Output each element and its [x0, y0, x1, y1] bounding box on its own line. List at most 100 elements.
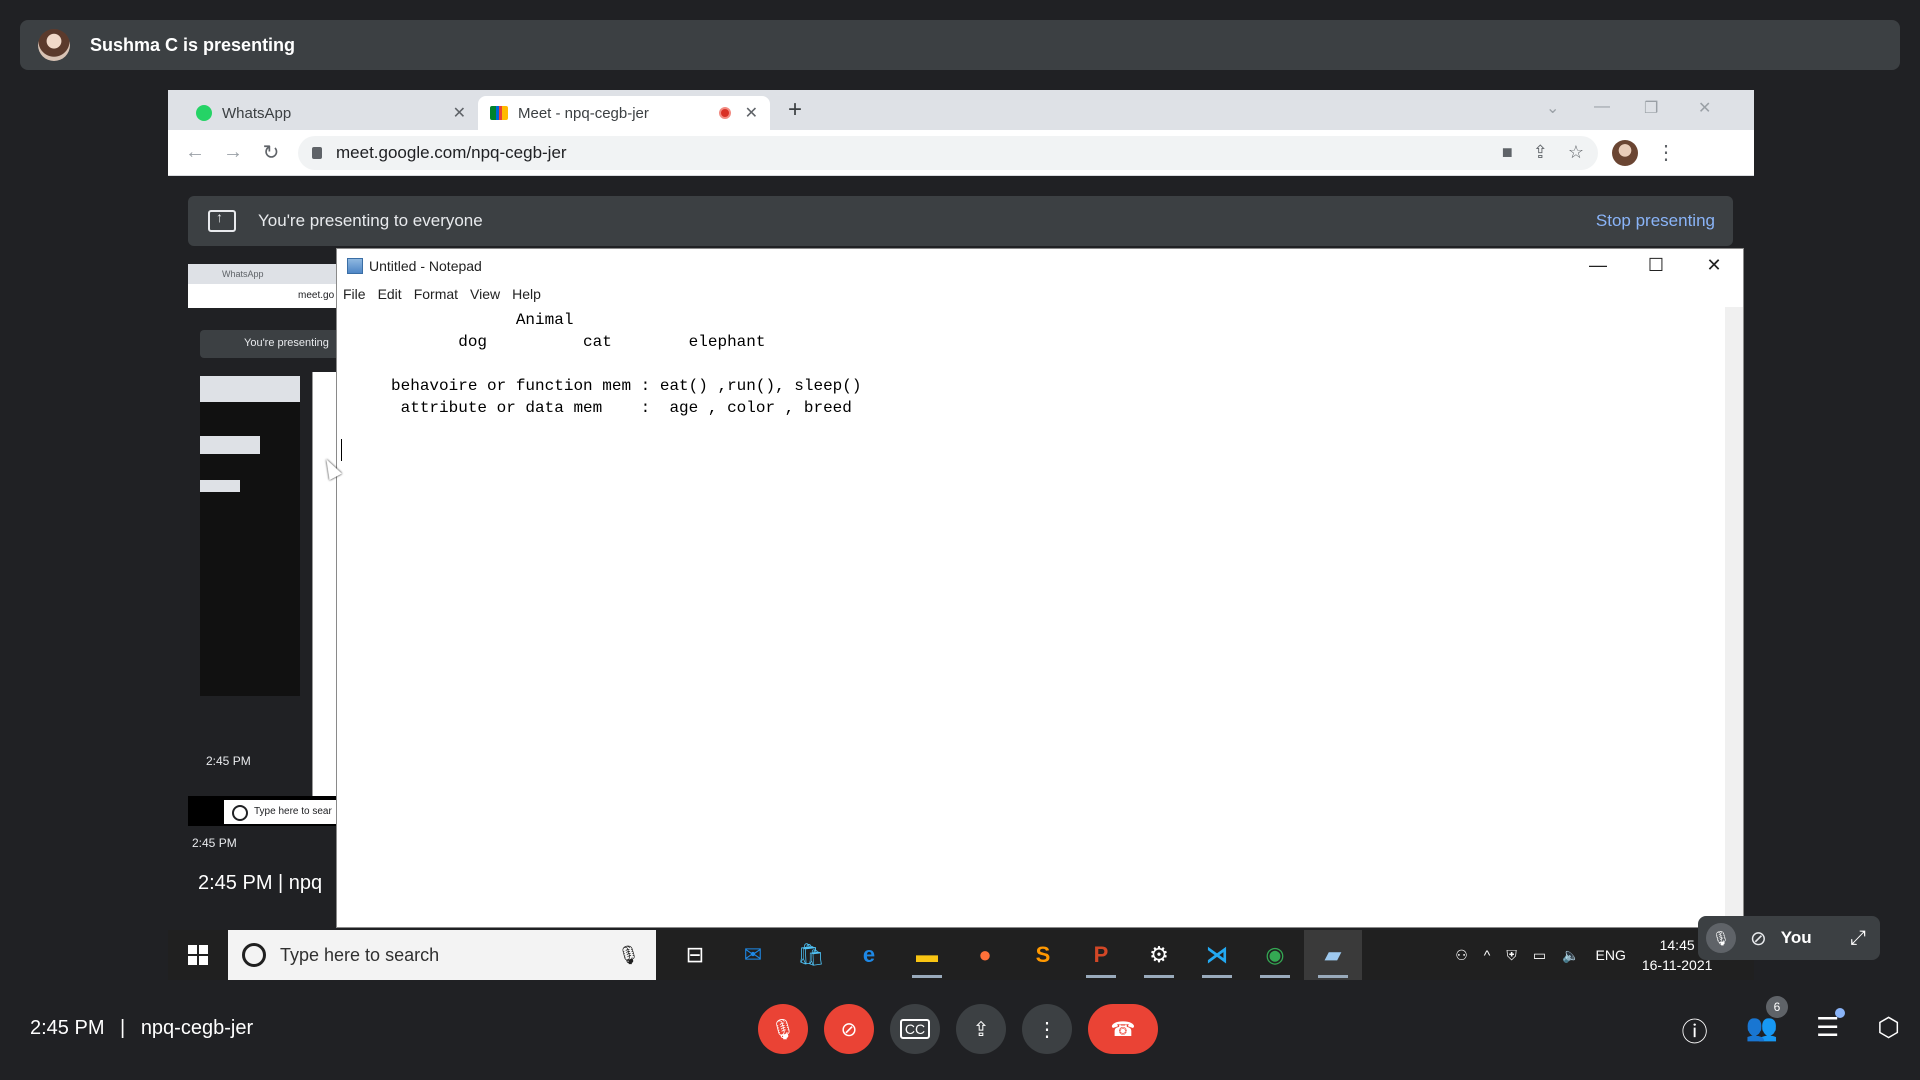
back-arrow-icon[interactable]: ←	[176, 141, 214, 164]
self-label: You	[1780, 928, 1812, 947]
restore-button[interactable]: ❐	[1644, 98, 1658, 118]
mini-time: 2:45 PM	[206, 754, 251, 768]
more-vert-icon: ⋮	[1037, 1018, 1057, 1041]
presenter-avatar	[38, 29, 70, 61]
meeting-side-controls: ⓘ 👥 6 ☰ ⬡	[1682, 996, 1900, 1049]
notepad-window: Untitled - Notepad — ☐ ✕ File Edit Forma…	[336, 248, 1744, 928]
bookmark-star-icon[interactable]: ☆	[1568, 142, 1584, 163]
expand-icon[interactable]: ⤢	[1850, 927, 1866, 950]
presenting-banner: You're presenting to everyone Stop prese…	[188, 196, 1733, 246]
windows-logo-icon	[188, 945, 208, 965]
call-controls: 🎙 ⊘ CC ⇪ ⋮ ☎	[758, 1004, 1158, 1054]
store-icon[interactable]: 🛍	[782, 930, 840, 980]
captions-icon: CC	[899, 1019, 931, 1039]
stop-presenting-button[interactable]: Stop presenting	[1596, 211, 1715, 231]
share-icon[interactable]: ⇪	[1533, 142, 1548, 163]
new-tab-button[interactable]: +	[788, 96, 802, 124]
minimize-button[interactable]: —	[1594, 98, 1610, 116]
menu-edit[interactable]: Edit	[378, 286, 402, 302]
reload-icon[interactable]: ↻	[252, 140, 290, 165]
mini-time-small: 2:45 PM	[192, 836, 237, 850]
meeting-separator: |	[120, 1017, 126, 1039]
notepad-titlebar: Untitled - Notepad — ☐ ✕	[337, 249, 1743, 283]
shared-screen: WhatsApp ✕ Meet - npq-cegb-jer ✕ + ⌄ — ❐…	[168, 90, 1754, 980]
present-now-button[interactable]: ⇪	[956, 1004, 1006, 1054]
tab-close-icon[interactable]: ✕	[453, 103, 466, 123]
tab-label: Meet - npq-cegb-jer	[518, 104, 649, 122]
profile-avatar[interactable]	[1612, 139, 1638, 166]
vscode-icon[interactable]: ⋊	[1188, 930, 1246, 980]
hang-up-icon: ☎	[1110, 1018, 1136, 1041]
tab-label: WhatsApp	[222, 104, 292, 122]
settings-gear-icon[interactable]: ⚙	[1130, 930, 1188, 980]
mini-nested-preview	[200, 376, 300, 696]
chevron-up-icon[interactable]: ^	[1484, 947, 1491, 963]
unread-dot	[1835, 1008, 1846, 1018]
presenting-text: You're presenting to everyone	[258, 211, 483, 230]
more-options-button[interactable]: ⋮	[1022, 1004, 1072, 1054]
notepad-text-area[interactable]: Animal dog cat elephant behavoire or fun…	[343, 309, 1723, 419]
address-bar[interactable]: meet.google.com/npq-cegb-jer ■ ⇪ ☆	[298, 135, 1598, 170]
menu-file[interactable]: File	[343, 286, 366, 302]
leave-call-button[interactable]: ☎	[1088, 1004, 1158, 1054]
cortana-icon	[242, 943, 266, 967]
recording-icon	[718, 107, 731, 119]
menu-dots-icon[interactable]: ⋮	[1656, 140, 1676, 165]
camera-icon[interactable]: ■	[1502, 142, 1513, 163]
close-icon[interactable]: ✕	[1685, 249, 1743, 283]
start-button[interactable]	[168, 930, 228, 980]
meeting-details-icon[interactable]: ⓘ	[1682, 1012, 1708, 1049]
file-explorer-icon[interactable]: ▬	[898, 930, 956, 980]
present-screen-icon: ⇪	[972, 1018, 990, 1041]
tab-whatsapp[interactable]: WhatsApp ✕	[184, 96, 478, 130]
activities-icon[interactable]: ⬡	[1877, 1012, 1900, 1049]
mic-toggle-button[interactable]: 🎙	[758, 1004, 808, 1054]
sublime-text-icon[interactable]: S	[1014, 930, 1072, 980]
camera-off-icon: ⊘	[840, 1018, 858, 1041]
people-button[interactable]: 👥 6	[1746, 996, 1788, 1049]
people-icon[interactable]: ⚇	[1455, 947, 1468, 964]
edge-icon[interactable]: e	[840, 930, 898, 980]
menu-format[interactable]: Format	[414, 286, 458, 302]
firefox-icon[interactable]: ●	[956, 930, 1014, 980]
chrome-icon[interactable]: ◉	[1246, 930, 1304, 980]
notepad-icon	[347, 258, 363, 274]
text-caret	[341, 439, 342, 461]
whatsapp-icon	[196, 105, 212, 121]
camera-toggle-button[interactable]: ⊘	[824, 1004, 874, 1054]
google-meet-icon	[490, 106, 508, 120]
captions-button[interactable]: CC	[890, 1004, 940, 1054]
self-view-tile[interactable]: 🎙 ⊘ You ⤢	[1698, 916, 1880, 960]
notepad-taskbar-icon[interactable]: ▰	[1304, 930, 1362, 980]
meeting-clock: 2:45 PM	[30, 1017, 105, 1039]
microphone-icon[interactable]: 🎙	[617, 945, 640, 966]
browser-toolbar: ← → ↻ meet.google.com/npq-cegb-jer ■ ⇪ ☆…	[168, 130, 1754, 176]
forward-arrow-icon[interactable]: →	[214, 141, 252, 164]
meeting-code: npq-cegb-jer	[140, 1017, 254, 1039]
participants-badge: 6	[1765, 996, 1788, 1018]
task-view-icon[interactable]: ⊟	[666, 930, 724, 980]
vertical-scrollbar[interactable]	[1725, 307, 1743, 927]
mic-off-icon: 🎙	[770, 1018, 796, 1041]
mini-meeting-time: 2:45 PM | npq	[198, 872, 323, 894]
battery-icon[interactable]: ▭	[1533, 947, 1546, 964]
volume-icon[interactable]: 🔈	[1562, 947, 1579, 964]
presenter-text: Sushma C is presenting	[90, 34, 296, 55]
menu-help[interactable]: Help	[512, 286, 541, 302]
language-indicator[interactable]: ENG	[1596, 947, 1626, 963]
security-shield-icon[interactable]: ⛨	[1506, 947, 1517, 964]
tab-search-icon[interactable]: ⌄	[1546, 98, 1559, 118]
close-window-button[interactable]: ✕	[1698, 98, 1711, 118]
search-placeholder: Type here to search	[280, 944, 440, 965]
tab-close-icon[interactable]: ✕	[745, 103, 758, 123]
powerpoint-icon[interactable]: P	[1072, 930, 1130, 980]
minimize-icon[interactable]: —	[1569, 249, 1627, 283]
windows-taskbar: Type here to search 🎙 ⊟ ✉ 🛍 e ▬ ● S P ⚙ …	[168, 930, 1754, 980]
chat-icon[interactable]: ☰	[1816, 1008, 1846, 1049]
taskbar-search[interactable]: Type here to search 🎙	[228, 930, 656, 980]
meeting-info: 2:45 PM | npq-cegb-jer	[30, 1017, 253, 1040]
maximize-icon[interactable]: ☐	[1627, 249, 1685, 283]
tab-meet[interactable]: Meet - npq-cegb-jer ✕	[478, 96, 770, 130]
mail-icon[interactable]: ✉	[724, 930, 782, 980]
menu-view[interactable]: View	[470, 286, 500, 302]
